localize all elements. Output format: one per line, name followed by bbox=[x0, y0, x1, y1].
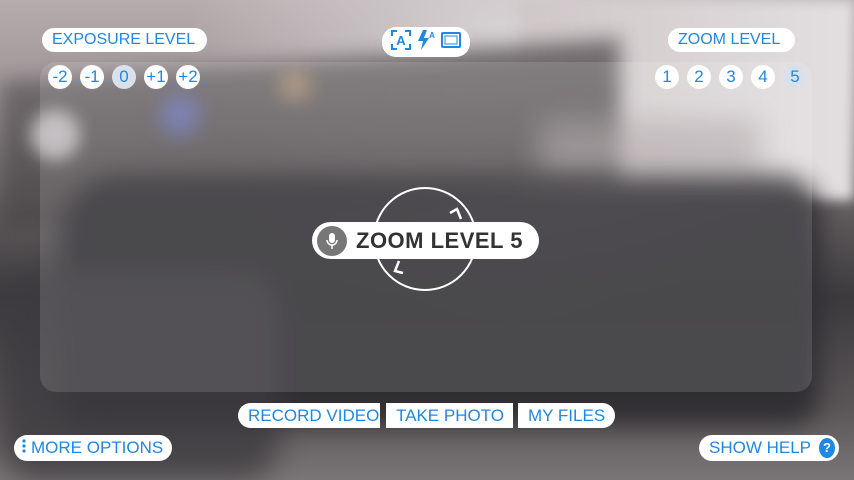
help-icon: ? bbox=[819, 438, 835, 458]
exposure-option[interactable]: -2 bbox=[48, 65, 72, 89]
exposure-option[interactable]: +2 bbox=[176, 65, 200, 89]
zoom-option[interactable]: 3 bbox=[719, 65, 743, 89]
record-video-button[interactable]: RECORD VIDEO bbox=[238, 403, 380, 428]
show-help-button[interactable]: SHOW HELP ? bbox=[699, 435, 839, 461]
my-files-button[interactable]: MY FILES bbox=[518, 403, 615, 428]
zoom-option[interactable]: 4 bbox=[751, 65, 775, 89]
zoom-option[interactable]: 2 bbox=[687, 65, 711, 89]
show-help-label: SHOW HELP bbox=[709, 438, 812, 457]
camera-mode-toolbar: A A bbox=[382, 27, 470, 57]
exposure-option[interactable]: +1 bbox=[144, 65, 168, 89]
take-photo-button[interactable]: TAKE PHOTO bbox=[386, 403, 513, 428]
svg-text:A: A bbox=[396, 33, 406, 48]
zoom-option-selected[interactable]: 5 bbox=[783, 65, 807, 89]
exposure-option[interactable]: -1 bbox=[80, 65, 104, 89]
svg-text:A: A bbox=[429, 31, 435, 40]
auto-flash-icon[interactable]: A bbox=[416, 29, 436, 56]
more-options-label: MORE OPTIONS bbox=[31, 438, 164, 457]
exposure-option-selected[interactable]: 0 bbox=[112, 65, 136, 89]
vertical-dots-icon bbox=[22, 435, 26, 461]
zoom-option[interactable]: 1 bbox=[655, 65, 679, 89]
toast-text: ZOOM LEVEL 5 bbox=[356, 227, 523, 253]
aspect-ratio-icon[interactable] bbox=[440, 31, 462, 54]
exposure-level-label: EXPOSURE LEVEL bbox=[42, 28, 207, 52]
auto-focus-icon[interactable]: A bbox=[390, 29, 412, 56]
zoom-level-label: ZOOM LEVEL bbox=[668, 28, 795, 52]
zoom-level-toast: ZOOM LEVEL 5 bbox=[312, 222, 539, 259]
more-options-button[interactable]: MORE OPTIONS bbox=[14, 435, 172, 461]
microphone-icon bbox=[317, 225, 347, 256]
